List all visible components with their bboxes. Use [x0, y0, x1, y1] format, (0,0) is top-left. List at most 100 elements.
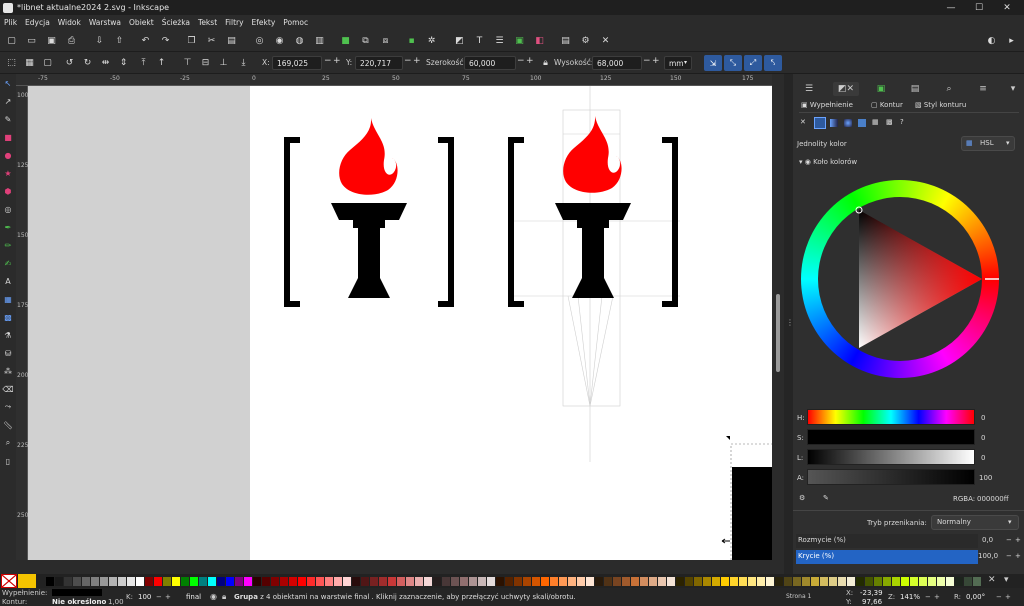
opacity-increment[interactable]: + — [165, 593, 171, 601]
palette-swatch[interactable] — [865, 577, 873, 586]
palette-swatch[interactable] — [100, 577, 108, 586]
palette-menu-icon[interactable]: ▾ — [1004, 575, 1009, 585]
palette-swatch[interactable] — [955, 577, 963, 586]
palette-swatch[interactable] — [748, 577, 756, 586]
spiral-tool-icon[interactable]: ◎ — [3, 204, 13, 214]
palette-swatch[interactable] — [172, 577, 180, 586]
palette-swatch[interactable] — [541, 577, 549, 586]
palette-swatch[interactable] — [523, 577, 531, 586]
palette-swatch[interactable] — [730, 577, 738, 586]
node-tool-icon[interactable]: ↗ — [3, 96, 13, 106]
selector-tool-icon[interactable]: ↖ — [3, 78, 13, 88]
palette-swatch[interactable] — [244, 577, 252, 586]
scale-handle[interactable] — [721, 538, 730, 544]
rotate-cw-icon[interactable]: ↻ — [82, 57, 93, 68]
zoom-width-icon[interactable]: ▥ — [314, 35, 325, 46]
find-tab-icon[interactable]: ⌕ — [939, 82, 959, 96]
palette-swatch[interactable] — [793, 577, 801, 586]
redo-icon[interactable]: ↷ — [160, 35, 171, 46]
clone-icon[interactable]: ⧉ — [360, 35, 371, 46]
palette-scroll-icon[interactable]: ✕ — [988, 575, 996, 585]
radial-gradient-icon[interactable] — [844, 119, 852, 127]
palette-swatch[interactable] — [154, 577, 162, 586]
palette-swatch[interactable] — [766, 577, 774, 586]
align-top-icon[interactable]: ⊤ — [182, 57, 193, 68]
palette-swatch[interactable] — [649, 577, 657, 586]
align-bottom-icon[interactable]: ⊥ — [218, 57, 229, 68]
xml-editor-icon[interactable]: ▣ — [514, 35, 525, 46]
fill-stroke-tab-icon[interactable]: ◩✕ — [833, 82, 859, 96]
snap-toggle-icon[interactable]: ◐ — [986, 35, 997, 46]
mesh-tool-icon[interactable]: ▩ — [3, 312, 13, 322]
palette-swatch[interactable] — [739, 577, 747, 586]
blur-decrement[interactable]: − — [1006, 536, 1012, 544]
palette-swatch[interactable] — [406, 577, 414, 586]
preferences-icon[interactable]: ⚙ — [580, 35, 591, 46]
palette-swatch[interactable] — [145, 577, 153, 586]
save-icon[interactable]: ▣ — [46, 35, 57, 46]
open-icon[interactable]: ▭ — [26, 35, 37, 46]
blur-slider[interactable]: Rozmycie (%) — [796, 534, 978, 548]
rotation-increment[interactable]: + — [1005, 593, 1011, 601]
palette-swatch[interactable] — [604, 577, 612, 586]
palette-swatch[interactable] — [262, 577, 270, 586]
color-mode-select[interactable]: ▦ HSL ▾ — [961, 136, 1015, 151]
deselect-icon[interactable]: ▢ — [42, 57, 53, 68]
scale-corners-button[interactable]: ⤡ — [724, 55, 742, 71]
width-increment-button[interactable]: + — [526, 56, 534, 66]
y-decrement-button[interactable]: − — [404, 56, 412, 66]
palette-swatch[interactable] — [901, 577, 909, 586]
saturation-slider[interactable] — [807, 429, 975, 445]
x-increment-button[interactable]: + — [333, 56, 341, 66]
palette-swatch[interactable] — [415, 577, 423, 586]
height-decrement-button[interactable]: − — [643, 56, 651, 66]
x-decrement-button[interactable]: − — [324, 56, 332, 66]
palette-swatch[interactable] — [847, 577, 855, 586]
group-icon[interactable]: ▪ — [406, 35, 417, 46]
calligraphy-tool-icon[interactable]: ✍ — [3, 258, 13, 268]
eraser-tool-icon[interactable]: ⌫ — [2, 384, 13, 394]
star-tool-icon[interactable]: ★ — [3, 168, 13, 178]
linear-gradient-icon[interactable] — [830, 119, 838, 127]
palette-swatch[interactable] — [919, 577, 927, 586]
zoom-value[interactable]: 141% — [900, 593, 920, 601]
gradient-tool-icon[interactable]: ▦ — [3, 294, 13, 304]
menu-text[interactable]: Tekst — [198, 18, 217, 27]
palette-swatch[interactable] — [181, 577, 189, 586]
pencil-tool-icon[interactable]: ✏ — [3, 240, 13, 250]
zoom-page-icon[interactable]: ◍ — [294, 35, 305, 46]
torch-logo-left[interactable] — [284, 118, 454, 307]
palette-swatch[interactable] — [424, 577, 432, 586]
zoom-increment[interactable]: + — [934, 593, 940, 601]
palette-swatch[interactable] — [64, 577, 72, 586]
color-managed-icon[interactable]: ⚙ — [799, 494, 805, 502]
palette-swatch[interactable] — [586, 577, 594, 586]
align-middle-icon[interactable]: ⊟ — [200, 57, 211, 68]
menu-help[interactable]: Pomoc — [283, 18, 308, 27]
current-fill-swatch[interactable] — [18, 574, 36, 588]
pages-tool-icon[interactable]: ▯ — [3, 456, 13, 466]
opacity-value[interactable]: 100,0 — [978, 552, 998, 560]
palette-swatch[interactable] — [631, 577, 639, 586]
stroke-indicator[interactable]: Nie określono — [52, 598, 106, 606]
palette-swatch[interactable] — [910, 577, 918, 586]
palette-swatch[interactable] — [190, 577, 198, 586]
palette-swatch[interactable] — [676, 577, 684, 586]
cut-icon[interactable]: ✂ — [206, 35, 217, 46]
lower-to-bottom-icon[interactable]: ⤓ — [238, 57, 249, 68]
palette-swatch[interactable] — [667, 577, 675, 586]
width-decrement-button[interactable]: − — [517, 56, 525, 66]
zoom-selection-icon[interactable]: ◎ — [254, 35, 265, 46]
palette-swatch[interactable] — [91, 577, 99, 586]
current-layer-select[interactable]: final — [186, 593, 201, 601]
new-document-icon[interactable]: ▢ — [6, 35, 17, 46]
palette-swatch[interactable] — [658, 577, 666, 586]
palette-swatch[interactable] — [892, 577, 900, 586]
color-triangle[interactable] — [801, 180, 999, 378]
y-field[interactable]: 220,717 — [355, 56, 403, 70]
flip-vertical-icon[interactable]: ⇕ — [118, 57, 129, 68]
flip-horizontal-icon[interactable]: ⇹ — [100, 57, 111, 68]
zoom-tool-icon[interactable]: ⌕ — [3, 438, 13, 448]
palette-swatch[interactable] — [964, 577, 972, 586]
export-tab-icon[interactable]: ▣ — [871, 82, 891, 96]
